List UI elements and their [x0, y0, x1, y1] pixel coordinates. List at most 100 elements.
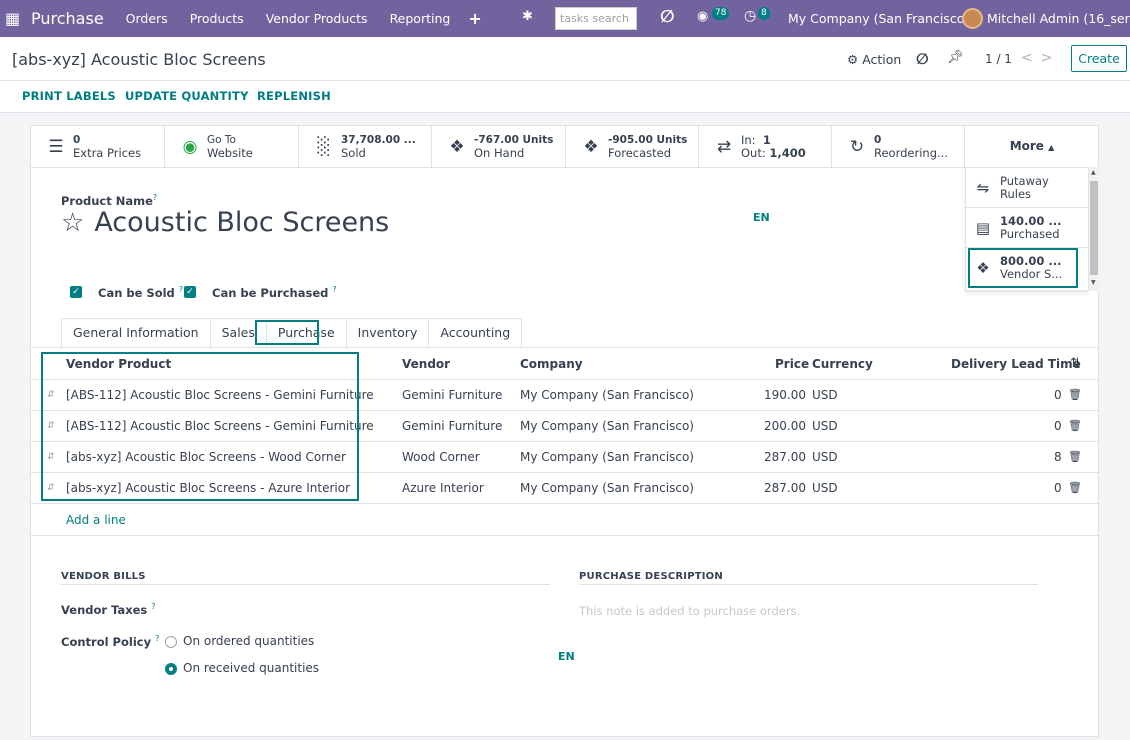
chat-icon[interactable]: ◉: [697, 9, 708, 24]
control-policy-label: Control Policy ?: [61, 634, 159, 649]
stat-extra-prices[interactable]: ☰ 0 Extra Prices: [31, 126, 165, 168]
row-company[interactable]: My Company (San Francisco): [520, 388, 694, 402]
row-company[interactable]: My Company (San Francisco): [520, 450, 694, 464]
row-vendor[interactable]: Azure Interior: [402, 481, 484, 495]
optional-columns-icon[interactable]: ⇅: [1070, 356, 1081, 371]
plus-icon[interactable]: +: [468, 9, 481, 28]
pin-icon[interactable]: 📌︎: [947, 50, 964, 65]
lang-button[interactable]: EN: [753, 211, 770, 224]
control-panel: [abs-xyz] Acoustic Bloc Screens ⚙ Action…: [0, 37, 1130, 113]
tooltip-mark[interactable]: ?: [151, 602, 155, 611]
chevron-right-icon[interactable]: >: [1041, 50, 1061, 66]
row-company[interactable]: My Company (San Francisco): [520, 419, 694, 433]
gear-icon: ⚙: [847, 52, 859, 67]
sync-icon[interactable]: ∅: [660, 7, 675, 27]
stat-value: -767.00 Units: [474, 134, 554, 146]
trash-icon[interactable]: 🗑︎: [1068, 481, 1082, 494]
create-button[interactable]: Create: [1071, 45, 1127, 72]
col-company[interactable]: Company: [520, 357, 583, 371]
menu-vendor-products[interactable]: Vendor Products: [266, 11, 368, 26]
tab-general-information[interactable]: General Information: [61, 318, 210, 348]
avatar[interactable]: [962, 8, 983, 29]
ordered-quantities-label[interactable]: On ordered quantities: [183, 634, 314, 648]
col-currency[interactable]: Currency: [812, 357, 873, 371]
description-lang-button[interactable]: EN: [558, 650, 575, 663]
radio-ordered-quantities[interactable]: [165, 636, 177, 648]
more-button[interactable]: More ▲: [965, 126, 1099, 168]
user-menu[interactable]: Mitchell Admin (16_server: [987, 11, 1130, 26]
row-currency[interactable]: USD: [812, 388, 838, 402]
menu-reporting[interactable]: Reporting: [390, 11, 451, 26]
stat-in-out[interactable]: ⇄ In: 1 Out: 1,400: [699, 126, 832, 168]
bug-icon[interactable]: ✱: [522, 9, 533, 24]
pager-arrows[interactable]: <>: [1021, 50, 1060, 66]
dropdown-scrollbar[interactable]: ▲ ▼: [1089, 167, 1099, 291]
row-vendor[interactable]: Gemini Furniture: [402, 419, 502, 433]
vendor-taxes-label: Vendor Taxes ?: [61, 602, 156, 617]
pager-value[interactable]: 1 / 1: [985, 52, 1012, 66]
chevron-left-icon[interactable]: <: [1021, 50, 1041, 66]
row-price[interactable]: 190.00: [764, 388, 806, 402]
stat-reordering[interactable]: ↻ 0 Reordering...: [832, 126, 965, 168]
product-name-field[interactable]: ☆ Acoustic Bloc Screens: [61, 207, 389, 238]
scroll-down-icon[interactable]: ▼: [1091, 279, 1096, 286]
row-lead-time[interactable]: 0: [1054, 419, 1062, 433]
menu-orders[interactable]: Orders: [126, 11, 168, 26]
tab-accounting[interactable]: Accounting: [428, 318, 523, 348]
app-name[interactable]: Purchase: [31, 9, 104, 28]
can-be-purchased-checkbox[interactable]: ✓: [184, 286, 196, 298]
stat-value: Putaway: [1000, 173, 1049, 188]
update-quantity-button[interactable]: UPDATE QUANTITY: [125, 89, 249, 103]
stat-sold[interactable]: ░ 37,708.00 ... Sold: [299, 126, 432, 168]
scroll-up-icon[interactable]: ▲: [1091, 169, 1096, 176]
row-vendor[interactable]: Gemini Furniture: [402, 388, 502, 402]
col-vendor[interactable]: Vendor: [402, 357, 450, 371]
tooltip-mark[interactable]: ?: [332, 285, 336, 294]
section-line: [61, 584, 550, 585]
star-icon[interactable]: ☆: [61, 208, 84, 238]
tooltip-mark[interactable]: ?: [153, 193, 157, 202]
stat-go-to-website[interactable]: ◉ Go To Website: [165, 126, 299, 168]
row-price[interactable]: 287.00: [764, 481, 806, 495]
credit-card-icon: ▤: [975, 218, 991, 237]
can-be-sold-checkbox[interactable]: ✓: [70, 286, 82, 298]
stat-on-hand[interactable]: ❖ -767.00 Units On Hand: [432, 126, 566, 168]
row-price[interactable]: 200.00: [764, 419, 806, 433]
radio-received-quantities[interactable]: [165, 663, 177, 675]
stat-label: Rules: [1000, 186, 1032, 201]
apps-menu-icon[interactable]: ▦: [5, 9, 31, 28]
highlight-purchase-tab: [255, 320, 319, 345]
stat-forecasted[interactable]: ❖ -905.00 Units Forecasted: [566, 126, 699, 168]
trash-icon[interactable]: 🗑︎: [1068, 419, 1082, 432]
row-lead-time[interactable]: 0: [1054, 388, 1062, 402]
row-company[interactable]: My Company (San Francisco): [520, 481, 694, 495]
purchase-description-input[interactable]: This note is added to purchase orders.: [579, 604, 800, 618]
trash-icon[interactable]: 🗑︎: [1068, 450, 1082, 463]
col-price[interactable]: Price: [775, 357, 809, 371]
row-vendor[interactable]: Wood Corner: [402, 450, 480, 464]
tab-inventory[interactable]: Inventory: [345, 318, 429, 348]
print-labels-button[interactable]: PRINT LABELS: [22, 89, 116, 103]
tooltip-mark[interactable]: ?: [179, 285, 183, 294]
activity-clock-icon[interactable]: ◷: [744, 8, 756, 24]
company-switcher[interactable]: My Company (San Francisco): [788, 11, 969, 26]
trash-icon[interactable]: 🗑︎: [1068, 388, 1082, 401]
scrollbar-thumb[interactable]: [1090, 181, 1098, 275]
add-a-line-link[interactable]: Add a line: [66, 513, 126, 527]
row-lead-time[interactable]: 0: [1054, 481, 1062, 495]
save-sync-icon[interactable]: ∅: [916, 50, 929, 68]
row-currency[interactable]: USD: [812, 450, 838, 464]
row-price[interactable]: 287.00: [764, 450, 806, 464]
action-menu[interactable]: ⚙ Action: [847, 52, 901, 67]
received-quantities-label[interactable]: On received quantities: [183, 661, 319, 675]
tasks-search-input[interactable]: tasks search: [555, 7, 637, 30]
row-lead-time[interactable]: 8: [1054, 450, 1062, 464]
row-currency[interactable]: USD: [812, 481, 838, 495]
row-currency[interactable]: USD: [812, 419, 838, 433]
col-delivery-lead-time[interactable]: Delivery Lead Time: [951, 357, 1081, 371]
purchased-button[interactable]: ▤ 140.00 ... Purchased: [966, 208, 1090, 248]
tooltip-mark[interactable]: ?: [155, 634, 159, 643]
replenish-button[interactable]: REPLENISH: [257, 89, 331, 103]
menu-products[interactable]: Products: [190, 11, 244, 26]
putaway-rules-button[interactable]: ⇋ Putaway Rules: [966, 168, 1090, 208]
